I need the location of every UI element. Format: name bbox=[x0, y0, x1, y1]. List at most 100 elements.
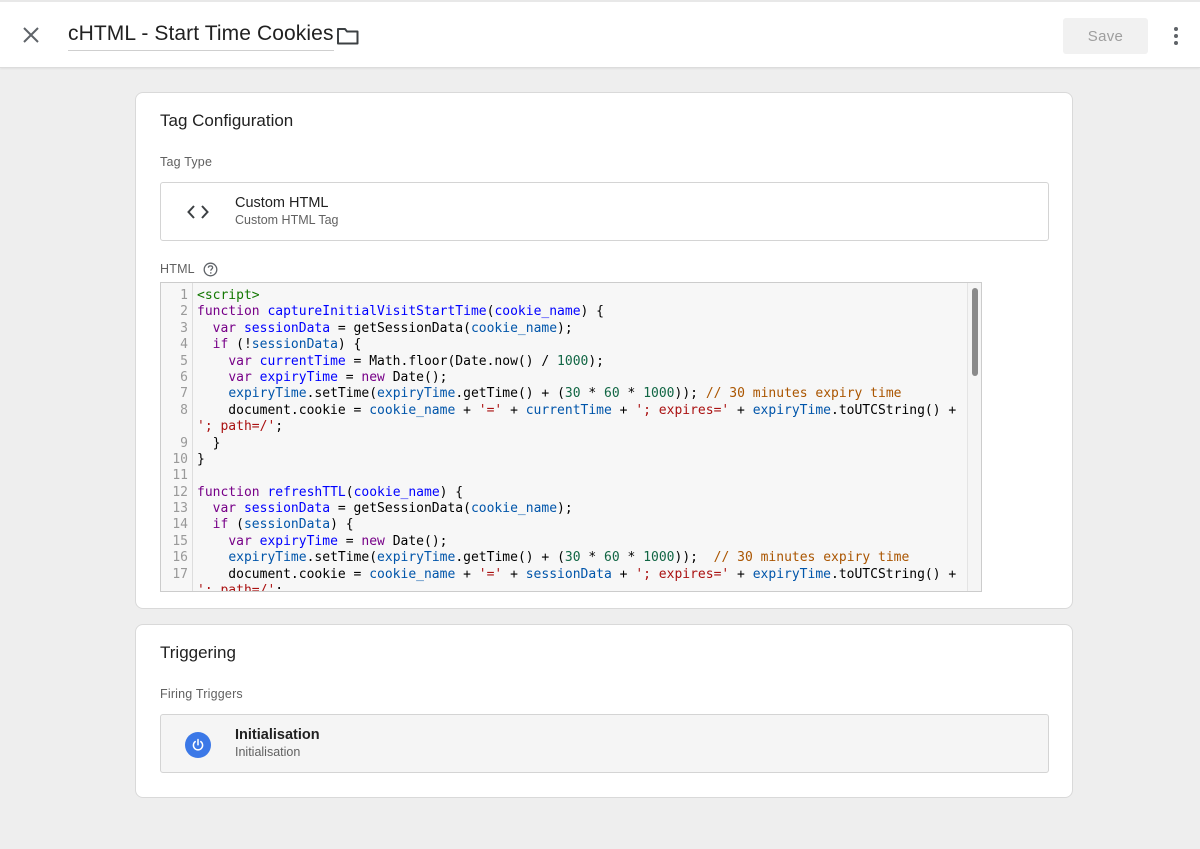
tag-type-selector[interactable]: Custom HTML Custom HTML Tag bbox=[160, 182, 1049, 241]
code-line[interactable]: 15 var expiryTime = new Date(); bbox=[172, 533, 967, 550]
code-line[interactable]: 12 function refreshTTL(cookie_name) { bbox=[172, 484, 967, 501]
triggering-card[interactable]: Triggering Firing Triggers Initialisatio… bbox=[135, 624, 1073, 798]
code-line[interactable]: 4 if (!sessionData) { bbox=[180, 337, 967, 353]
code-line[interactable]: 14 if (sessionData) { bbox=[172, 517, 967, 533]
code-token: = getSessionData( bbox=[330, 320, 471, 336]
line-number: 2 bbox=[180, 304, 188, 320]
code-token: new bbox=[361, 533, 385, 549]
code-token: + bbox=[502, 402, 526, 418]
code-line[interactable]: 7 expiryTime.setTime(expiryTime.getTime(… bbox=[180, 386, 967, 402]
code-line[interactable]: '; path=/'; bbox=[197, 419, 967, 435]
code-token: ( bbox=[228, 517, 244, 533]
code-token: // 30 minutes expiry time bbox=[705, 386, 902, 402]
code-line[interactable]: 1 <script> bbox=[180, 288, 967, 304]
save-button[interactable]: Save bbox=[1063, 18, 1148, 54]
code-line[interactable]: 5 var currentTime = Math.floor(Date.now(… bbox=[180, 353, 967, 370]
html-code-editor[interactable]: 1 <script> 2 function captureInitialVisitSt… bbox=[160, 282, 982, 592]
code-token: ; bbox=[275, 419, 284, 435]
line-number: 3 bbox=[180, 320, 188, 336]
code-token: 30 bbox=[564, 386, 581, 402]
line-number: 15 bbox=[172, 533, 188, 549]
code-token: expiryTime bbox=[377, 386, 456, 402]
code-token: 60 bbox=[604, 386, 620, 402]
code-line[interactable]: '; path=/'; bbox=[197, 583, 967, 592]
code-line[interactable]: 16 expiryTime.setTime(expiryTime.getTime… bbox=[172, 550, 967, 566]
code-token: = bbox=[337, 369, 362, 385]
code-token: * bbox=[619, 386, 644, 402]
code-token: ); bbox=[588, 353, 605, 369]
code-token: ; bbox=[275, 583, 284, 592]
code-token: cookie_name bbox=[353, 484, 440, 500]
code-token: captureInitialVisitStartTime bbox=[267, 304, 487, 320]
code-token: .toUTCString() + bbox=[831, 402, 957, 418]
line-number: 1 bbox=[180, 288, 188, 303]
code-token: } bbox=[197, 435, 221, 451]
code-token: if bbox=[212, 517, 229, 533]
more-vert-icon[interactable] bbox=[1162, 22, 1190, 50]
line-number: 5 bbox=[180, 353, 188, 369]
code-token: expiryTime bbox=[377, 550, 456, 566]
code-token: sessionData bbox=[525, 566, 612, 582]
line-number: 14 bbox=[172, 517, 188, 533]
code-token: * bbox=[580, 386, 605, 402]
help-circle-icon[interactable] bbox=[203, 262, 218, 277]
code-line[interactable]: 8 document.cookie = cookie_name + '=' + … bbox=[180, 402, 967, 419]
code-token: + bbox=[455, 566, 479, 582]
code-content[interactable]: 1 <script> 2 function captureInitialVisitSt… bbox=[172, 288, 967, 592]
code-line[interactable]: 17 document.cookie = cookie_name + '=' +… bbox=[172, 566, 967, 583]
code-token: expiryTime bbox=[259, 533, 338, 549]
code-token: expiryTime bbox=[752, 566, 831, 582]
line-number: 16 bbox=[172, 550, 188, 566]
tag-type-name: Custom HTML bbox=[235, 195, 329, 211]
code-token: sessionData bbox=[243, 517, 331, 533]
code-token: 1000 bbox=[643, 386, 675, 402]
code-token: ) { bbox=[439, 484, 464, 500]
code-brackets-icon bbox=[186, 202, 210, 222]
code-token: Date(); bbox=[384, 533, 448, 549]
code-token: ( bbox=[345, 484, 354, 500]
code-token: )); bbox=[674, 550, 714, 566]
code-token: var bbox=[212, 501, 237, 517]
code-token: expiryTime bbox=[259, 369, 338, 385]
code-token: expiryTime bbox=[228, 386, 307, 402]
code-line[interactable]: 10} bbox=[172, 452, 967, 468]
code-token: .setTime( bbox=[306, 386, 378, 402]
line-number: 17 bbox=[172, 566, 188, 582]
code-token: + bbox=[502, 566, 526, 582]
editor-scrollbar[interactable] bbox=[967, 283, 981, 591]
code-line[interactable]: 9 } bbox=[180, 435, 967, 452]
code-token: if bbox=[212, 337, 229, 353]
code-line[interactable]: 13 var sessionData = getSessionData(cook… bbox=[172, 501, 967, 517]
code-token: document.cookie = bbox=[197, 402, 370, 418]
code-line[interactable]: 2 function captureInitialVisitStartTime(c… bbox=[180, 304, 967, 320]
code-token: = getSessionData( bbox=[330, 501, 471, 517]
code-token: '; expires=' bbox=[635, 402, 730, 418]
code-line[interactable]: 6 var expiryTime = new Date(); bbox=[180, 369, 967, 386]
code-line[interactable]: 3 var sessionData = getSessionData(cooki… bbox=[180, 320, 967, 337]
code-token: ) { bbox=[330, 517, 354, 533]
code-token: '; path=/' bbox=[197, 583, 276, 592]
tag-configuration-card[interactable]: Tag Configuration Tag Type Custom HTML C… bbox=[135, 92, 1073, 609]
code-token: + bbox=[455, 402, 479, 418]
code-token: var bbox=[212, 320, 237, 336]
close-button[interactable] bbox=[16, 20, 46, 50]
tag-name-title[interactable]: cHTML - Start Time Cookies bbox=[68, 22, 334, 51]
editor-scrollbar-thumb[interactable] bbox=[972, 288, 978, 376]
code-line[interactable]: 11 bbox=[172, 468, 967, 484]
trigger-type: Initialisation bbox=[235, 745, 301, 759]
code-token: + bbox=[611, 402, 636, 418]
line-number: 13 bbox=[172, 501, 188, 517]
folder-icon[interactable] bbox=[336, 26, 362, 48]
line-number: 10 bbox=[172, 451, 188, 467]
power-icon bbox=[185, 732, 211, 758]
code-token: .setTime( bbox=[306, 550, 378, 566]
trigger-item-initialisation[interactable]: Initialisation Initialisation bbox=[160, 714, 1049, 773]
code-token: = Math.floor(Date.now() / bbox=[345, 353, 558, 369]
